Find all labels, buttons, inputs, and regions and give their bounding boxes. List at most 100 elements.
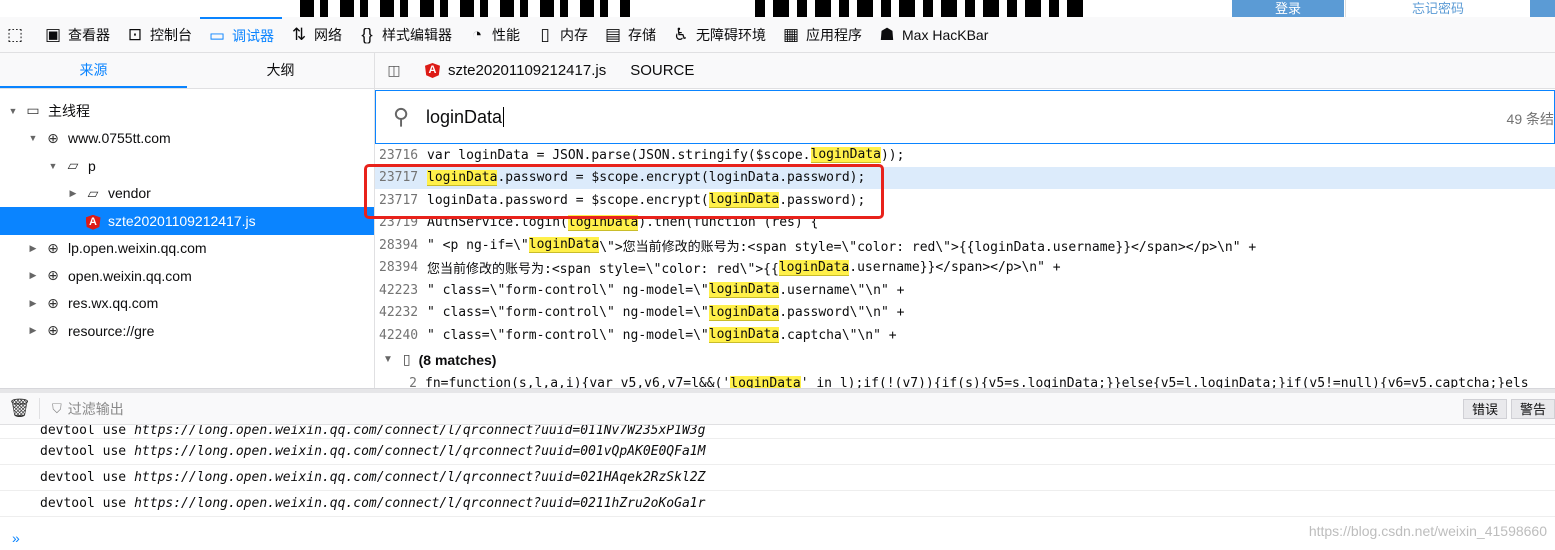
search-result-row[interactable]: 28394 您当前修改的账号为:<span style=\"color: red\…	[375, 257, 1555, 280]
tab-label: 无障碍环境	[696, 26, 766, 43]
tree-node-label: res.wx.qq.com	[68, 295, 159, 312]
search-result-row[interactable]: 28394 " <p ng-if=\" loginData \">您当前修改的账号为:…	[375, 234, 1555, 257]
tab-memory[interactable]: ▯ 内存	[528, 17, 596, 53]
tab-label: 内存	[560, 26, 588, 43]
tree-node-label: www.0755tt.com	[68, 130, 171, 147]
tab-label: Max HacKBar	[902, 26, 989, 43]
code-text: .password = $scope.encrypt(loginData.pas…	[497, 170, 866, 186]
line-number: 23719	[379, 215, 419, 231]
tab-sources[interactable]: 来源	[0, 53, 187, 88]
tree-node-label: resource://gre	[68, 322, 155, 339]
match-highlight: loginData	[778, 259, 850, 276]
search-result-row[interactable]: 2 fn=function(s,l,a,i){var v5,v6,v7=l&&('…	[375, 373, 1555, 388]
match-highlight: loginData	[730, 375, 801, 388]
message-text: devtool use	[40, 444, 127, 459]
console-filter-input[interactable]: ⛉ 过滤输出	[40, 399, 124, 419]
expand-arrow-icon: ▼	[48, 160, 58, 171]
tab-performance[interactable]: ◔ 性能	[460, 17, 528, 53]
expand-arrow-icon: ▼	[8, 105, 18, 116]
search-result-row[interactable]: 42223 " class=\"form-control\" ng-model=\…	[375, 279, 1555, 302]
tab-debugger[interactable]: ▭ 调试器	[200, 16, 282, 53]
console-message: devtool use https://long.open.weixin.qq.c…	[0, 425, 1555, 439]
network-icon: ⇅	[291, 24, 307, 44]
tree-node-domain[interactable]: ▶ ⊕ resource://gre	[0, 317, 374, 345]
tree-node-domain[interactable]: ▶ ⊕ open.weixin.qq.com	[0, 262, 374, 290]
storage-icon: ▤	[604, 24, 622, 44]
search-result-count: 49 条结	[1506, 111, 1554, 127]
clear-console-button[interactable]: 🗑	[0, 398, 40, 419]
line-number: 2	[409, 376, 417, 388]
result-group-header[interactable]: ▼ ▯ (8 matches)	[375, 347, 1555, 373]
code-text: ).then(function (res) {	[638, 215, 819, 231]
search-result-row[interactable]: 23717 loginData.password = $scope.encrypt…	[375, 166, 1555, 189]
globe-icon: ⊕	[47, 239, 59, 256]
tab-console[interactable]: ⊡ 控制台	[118, 17, 200, 53]
globe-icon: ⊕	[47, 294, 59, 311]
tree-node-folder-p[interactable]: ▼ ▱ p	[0, 152, 374, 180]
match-highlight: loginData	[708, 192, 780, 209]
prompt-chevron-icon: »	[12, 529, 20, 546]
element-picker-button[interactable]: ⬚	[0, 17, 36, 53]
tab-application[interactable]: ▦ 应用程序	[774, 17, 870, 53]
tab-hackbar[interactable]: ☗ Max HacKBar	[870, 17, 996, 53]
search-results: 23716 var loginData = JSON.parse(JSON.str…	[375, 144, 1555, 347]
filter-warnings-button[interactable]: 警告	[1510, 399, 1555, 419]
search-result-row[interactable]: 23719 AuthService.login(loginData).then(f…	[375, 212, 1555, 235]
toggle-sources-pane-button[interactable]: ◫	[375, 62, 413, 79]
text-caret	[503, 107, 505, 127]
tab-outline[interactable]: 大纲	[187, 53, 374, 88]
code-text: loginData.password = $scope.encrypt(	[427, 192, 709, 208]
search-result-row[interactable]: 23716 var loginData = JSON.parse(JSON.str…	[375, 144, 1555, 167]
folder-icon: ▱	[67, 157, 79, 174]
project-search-box[interactable]: ⚲ loginData 49 条结	[375, 90, 1555, 144]
tab-style-editor[interactable]: {} 样式编辑器	[350, 17, 460, 53]
line-number: 42223	[379, 282, 419, 298]
line-number: 23717	[379, 170, 419, 186]
tab-inspector[interactable]: ▣ 查看器	[36, 17, 118, 53]
performance-icon: ◔	[471, 24, 483, 44]
tree-node-file[interactable]: Aszte20201109212417.js	[0, 207, 374, 235]
message-link[interactable]: https://long.open.weixin.qq.com/connect/…	[134, 425, 705, 438]
line-number: 42232	[379, 305, 419, 321]
log-level-buttons: 错误 警告	[1459, 399, 1555, 419]
search-result-row[interactable]: 42232 " class=\"form-control\" ng-model=\…	[375, 302, 1555, 325]
inspector-icon: ▣	[44, 24, 62, 44]
line-number: 23717	[379, 192, 419, 208]
tree-node-label: p	[88, 157, 96, 174]
code-text: var loginData = JSON.parse(JSON.stringif…	[427, 147, 811, 163]
tree-node-domain[interactable]: ▼ ⊕ www.0755tt.com	[0, 125, 374, 153]
tab-label: 查看器	[68, 26, 110, 43]
console-message: devtool use https://long.open.weixin.qq.c…	[0, 465, 1555, 491]
tree-node-domain[interactable]: ▶ ⊕ res.wx.qq.com	[0, 290, 374, 318]
search-result-row[interactable]: 23717 loginData.password = $scope.encrypt…	[375, 189, 1555, 212]
search-results-group: 2 fn=function(s,l,a,i){var v5,v6,v7=l&&('…	[375, 373, 1555, 388]
sources-subtabs: 来源 大纲	[0, 53, 374, 89]
message-link[interactable]: https://long.open.weixin.qq.com/connect/…	[134, 496, 705, 511]
login-button[interactable]: 登录	[1232, 0, 1344, 17]
code-text: .password\"\n" +	[779, 305, 905, 321]
forgot-password-link[interactable]: 忘记密码	[1345, 0, 1530, 17]
code-text: " class=\"form-control\" ng-model=\"	[427, 305, 709, 321]
expand-arrow-icon: ▼	[28, 133, 38, 144]
search-input[interactable]: loginData	[426, 107, 502, 128]
search-icon: ⚲	[392, 104, 410, 129]
tree-node-domain[interactable]: ▶ ⊕ lp.open.weixin.qq.com	[0, 235, 374, 263]
message-link[interactable]: https://long.open.weixin.qq.com/connect/…	[134, 444, 705, 459]
code-text: fn=function(s,l,a,i){var v5,v6,v7=l&&('	[425, 376, 731, 388]
tab-network[interactable]: ⇅ 网络	[282, 17, 350, 53]
tab-accessibility[interactable]: ♿ 无障碍环境	[664, 17, 774, 53]
source-tab[interactable]: SOURCE	[618, 62, 706, 79]
tab-label: 调试器	[232, 27, 274, 44]
tab-storage[interactable]: ▤ 存储	[596, 17, 664, 53]
tree-node-main-thread[interactable]: ▼ ▭ 主线程	[0, 97, 374, 125]
filter-errors-button[interactable]: 错误	[1462, 399, 1507, 419]
match-highlight: loginData	[708, 304, 780, 321]
file-tab[interactable]: Aszte20201109212417.js	[413, 62, 618, 79]
search-result-row[interactable]: 42240 " class=\"form-control\" ng-model=\…	[375, 324, 1555, 347]
message-link[interactable]: https://long.open.weixin.qq.com/connect/…	[134, 470, 705, 485]
tree-node-label: lp.open.weixin.qq.com	[68, 240, 207, 257]
tree-node-folder-vendor[interactable]: ▶ ▱ vendor	[0, 180, 374, 208]
line-number: 23716	[379, 147, 419, 163]
code-text: ' in l);if(!(v7)){if(s){v5=s.loginData;}…	[800, 376, 1529, 388]
accessibility-icon: ♿	[673, 24, 689, 44]
